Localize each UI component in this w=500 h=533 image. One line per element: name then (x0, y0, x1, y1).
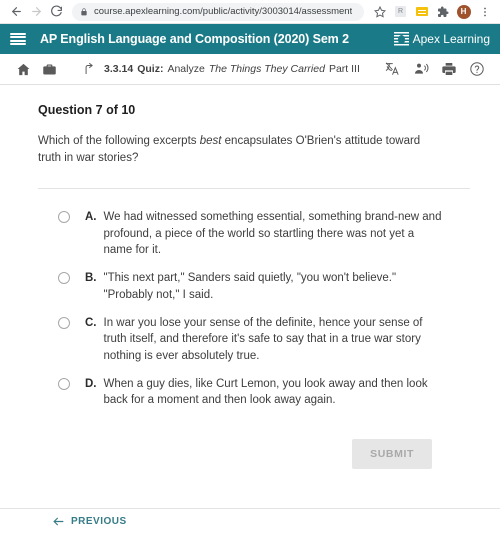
reload-icon[interactable] (46, 2, 66, 22)
breadcrumb-verb: Analyze (167, 63, 205, 75)
breadcrumb-type: Quiz: (137, 63, 164, 75)
assessment-content: Question 7 of 10 Which of the following … (0, 85, 500, 500)
breadcrumb-part: Part III (328, 63, 360, 75)
bookmark-star-icon[interactable] (370, 2, 389, 21)
back-arrow-icon[interactable] (6, 2, 26, 22)
section-divider (38, 188, 470, 190)
arrow-left-icon (52, 515, 65, 528)
answer-option-a[interactable]: A. We had witnessed something essential,… (38, 203, 470, 264)
answer-option-b[interactable]: B. "This next part," Sanders said quietl… (38, 264, 470, 309)
apex-logo-icon (393, 31, 409, 47)
question-prompt: Which of the following excerpts best enc… (38, 133, 428, 166)
brand-name: Apex Learning (412, 32, 490, 46)
option-letter-c: C. (85, 316, 97, 329)
home-icon[interactable] (10, 56, 36, 82)
apex-learning-logo: Apex Learning (393, 31, 490, 47)
forward-arrow-icon[interactable] (26, 2, 46, 22)
option-text-a: We had witnessed something essential, so… (103, 211, 442, 256)
option-text-d: When a guy dies, like Curt Lemon, you lo… (103, 377, 428, 407)
translate-icon[interactable] (380, 56, 406, 82)
breadcrumb-title: The Things They Carried (208, 63, 325, 75)
avatar-initial: H (456, 4, 471, 19)
radio-button-a[interactable] (58, 211, 70, 224)
question-prompt-part-1: Which of the following excerpts (38, 135, 200, 147)
question-prompt-emphasis: best (199, 135, 222, 147)
kebab-menu-icon[interactable] (475, 2, 494, 21)
extensions-puzzle-icon[interactable] (433, 2, 452, 21)
extension-yellow-glyph (415, 7, 428, 16)
extension-icon-2[interactable] (412, 2, 431, 21)
app-header: AP English Language and Composition (202… (0, 24, 500, 54)
activity-toolbar: 3.3.14 Quiz: Analyze The Things They Car… (0, 54, 500, 85)
address-bar[interactable]: course.apexlearning.com/public/activity/… (72, 2, 364, 21)
previous-label: PREVIOUS (71, 515, 127, 527)
radio-button-c[interactable] (58, 316, 70, 329)
toolbar-actions (380, 56, 490, 82)
previous-button[interactable]: PREVIOUS (52, 515, 127, 528)
breadcrumb: 3.3.14 Quiz: Analyze The Things They Car… (104, 63, 360, 75)
url-text: course.apexlearning.com/public/activity/… (94, 6, 353, 17)
answer-options-list: A. We had witnessed something essential,… (38, 203, 470, 414)
browser-action-icons: R H (370, 2, 494, 21)
read-aloud-icon[interactable] (408, 56, 434, 82)
extension-icon-1[interactable]: R (391, 2, 410, 21)
assessment-footer: PREVIOUS (0, 508, 500, 533)
course-title: AP English Language and Composition (202… (40, 32, 349, 46)
breadcrumb-number: 3.3.14 (104, 63, 134, 75)
radio-button-b[interactable] (58, 272, 70, 285)
answer-option-d[interactable]: D. When a guy dies, like Curt Lemon, you… (38, 370, 470, 415)
option-letter-a: A. (85, 211, 97, 224)
option-text-c: In war you lose your sense of the defini… (103, 316, 423, 362)
extension-badge-letter: R (395, 6, 406, 17)
question-number: Question 7 of 10 (38, 103, 136, 117)
print-icon[interactable] (436, 56, 462, 82)
option-letter-b: B. (85, 272, 97, 285)
radio-button-d[interactable] (58, 377, 70, 390)
profile-avatar[interactable]: H (454, 2, 473, 21)
lock-icon (80, 7, 88, 16)
submit-button[interactable]: SUBMIT (352, 438, 432, 469)
browser-toolbar: course.apexlearning.com/public/activity/… (0, 0, 500, 24)
submit-row: SUBMIT (38, 438, 470, 469)
hamburger-menu-icon[interactable] (10, 33, 26, 45)
option-letter-d: D. (85, 377, 97, 390)
move-up-icon[interactable] (76, 56, 102, 82)
help-icon[interactable] (464, 56, 490, 82)
briefcase-icon[interactable] (36, 56, 62, 82)
option-text-b: "This next part," Sanders said quietly, … (103, 272, 397, 301)
answer-option-c[interactable]: C. In war you lose your sense of the def… (38, 309, 470, 370)
